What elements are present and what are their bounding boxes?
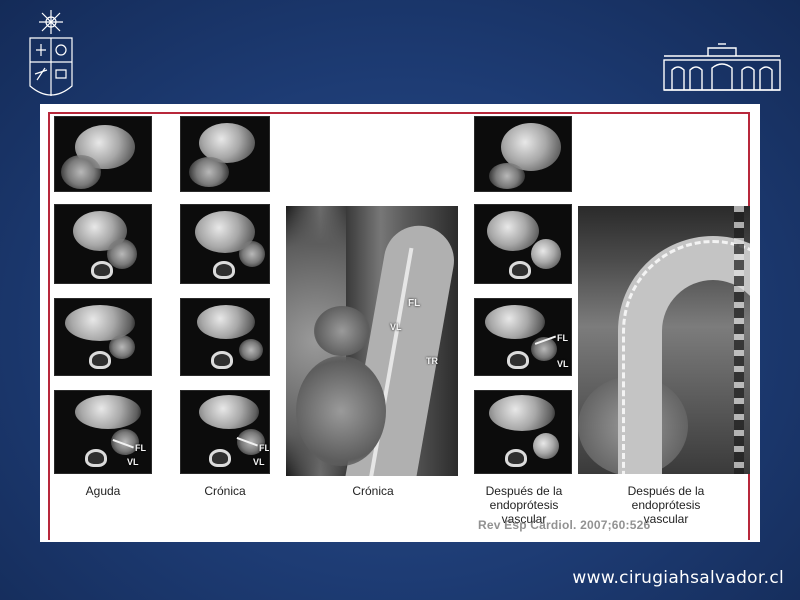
university-crest-icon [22,8,80,108]
ct-scan-despues-1 [474,116,572,192]
ct-scan-cronica-2 [180,204,270,284]
caption-cronica-sagittal: Crónica [352,484,394,498]
label-tr: TR [426,356,438,366]
ct-scan-cronica-3 [180,298,270,376]
ct-sagittal-cronica: FL VL TR [286,206,458,476]
citation: Rev Esp Cardiol. 2007;60:526 [478,518,651,532]
caption-aguda: Aguda [85,484,121,498]
ct-scan-aguda-3 [54,298,152,376]
ct-scan-aguda-2 [54,204,152,284]
label-fl: FL [259,443,270,453]
ct-scan-despues-3: FL VL [474,298,572,376]
ct-scan-cronica-1 [180,116,270,192]
label-vl: VL [127,457,139,467]
caption-cronica: Crónica [204,484,246,498]
ct-scan-despues-2 [474,204,572,284]
ct-scan-cronica-4: FL VL [180,390,270,474]
label-fl: FL [557,333,568,343]
label-fl: FL [135,443,146,453]
ct-scan-aguda-1 [54,116,152,192]
label-vl: VL [557,359,569,369]
medical-figure: FL VL FL VL FL VL TR FL VL Aguda Crónica… [40,104,760,542]
ct-scan-aguda-4: FL VL [54,390,152,474]
ct-scan-despues-4 [474,390,572,474]
hospital-building-icon [662,42,782,94]
label-fl: FL [408,298,421,309]
website-url[interactable]: www.cirugiahsalvador.cl [572,568,784,588]
ct-sagittal-despues [578,206,750,474]
label-vl: VL [253,457,265,467]
label-vl: VL [390,322,402,332]
